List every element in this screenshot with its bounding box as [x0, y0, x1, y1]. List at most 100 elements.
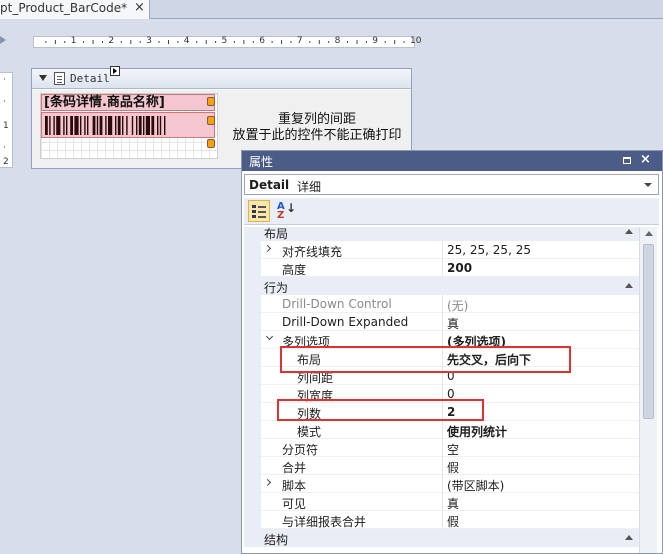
ruler-mark: 8	[334, 36, 341, 46]
collapse-triangle-icon[interactable]	[39, 75, 47, 81]
property-category[interactable]: 布局	[244, 227, 639, 241]
property-row[interactable]: 对齐线填充 25, 25, 25, 25	[244, 241, 639, 259]
property-name: Drill-Down Expanded	[282, 315, 409, 329]
column-area[interactable]: [条码详情.商品名称]	[40, 93, 218, 159]
category-label: 行为	[264, 281, 289, 295]
pin-icon[interactable]	[0, 36, 10, 44]
property-value[interactable]: 使用列统计	[447, 423, 507, 440]
document-tab-title: pt_Product_BarCode*	[0, 1, 128, 15]
column-divider	[442, 511, 443, 529]
property-row[interactable]: 脚本 (带区脚本)	[244, 475, 639, 493]
panel-title-bar: 属性 ×	[242, 151, 662, 171]
property-category[interactable]: 结构	[244, 529, 639, 547]
row-gutter	[244, 439, 261, 457]
collapse-icon[interactable]	[625, 283, 633, 288]
property-row[interactable]: 分页符 空	[244, 439, 639, 457]
ruler-mark: 6	[259, 36, 265, 46]
vertical-ruler: · · 1 · 2	[0, 72, 13, 168]
ruler-mark: 4	[183, 36, 190, 46]
highlight-box-layout	[280, 346, 571, 373]
row-gutter	[244, 313, 261, 331]
column-divider	[442, 439, 443, 457]
property-value[interactable]: (带区脚本)	[447, 477, 504, 494]
column-divider	[442, 421, 443, 439]
property-name: 模式	[297, 425, 322, 439]
object-name: Detail	[249, 178, 290, 192]
property-value[interactable]: 空	[447, 441, 459, 458]
property-value[interactable]: 200	[447, 261, 472, 275]
scroll-thumb[interactable]	[643, 244, 654, 419]
property-value[interactable]: 真	[447, 315, 459, 332]
column-divider	[442, 493, 443, 511]
vertical-scrollbar[interactable]	[639, 227, 657, 553]
row-gutter	[244, 421, 261, 439]
barcode-control[interactable]	[41, 112, 215, 138]
window-position-icon[interactable]	[623, 157, 631, 164]
property-name: 对齐线填充	[282, 245, 343, 259]
close-icon[interactable]: ×	[640, 152, 651, 167]
ruler-mark: 5	[221, 36, 228, 46]
property-name: 分页符	[282, 443, 319, 457]
panel-title: 属性	[249, 155, 274, 169]
property-row[interactable]: 与详细报表合并 假	[244, 511, 639, 529]
expand-arrow-icon[interactable]	[263, 244, 272, 253]
band-document-icon	[54, 72, 65, 85]
category-label: 结构	[264, 533, 289, 547]
row-gutter	[244, 241, 261, 259]
column-divider	[442, 295, 443, 313]
collapse-icon[interactable]	[625, 229, 633, 234]
ruler-tick: ·	[3, 143, 6, 153]
resize-handle[interactable]	[207, 97, 215, 106]
property-name: 与详细报表合并	[282, 515, 367, 529]
highlight-box-columns	[277, 399, 484, 421]
column-divider	[442, 241, 443, 259]
row-gutter	[244, 403, 261, 421]
property-value[interactable]: (无)	[447, 297, 468, 314]
collapse-icon[interactable]	[625, 535, 633, 540]
document-tab[interactable]: pt_Product_BarCode* ×	[0, 0, 150, 19]
property-value[interactable]: 假	[447, 513, 459, 530]
property-row[interactable]: 模式 使用列统计	[244, 421, 639, 439]
property-value[interactable]: 25, 25, 25, 25	[447, 243, 531, 257]
ruler-mark: 7	[296, 36, 303, 46]
properties-toolbar: A Z ↓	[244, 198, 659, 225]
object-selector[interactable]: Detail 详细	[244, 174, 659, 195]
chevron-down-icon[interactable]	[644, 183, 652, 187]
horizontal-ruler: 1 2 3 4 5 6 7 8 9 10	[33, 36, 421, 48]
object-type: 详细	[297, 180, 322, 194]
resize-handle[interactable]	[207, 139, 215, 148]
band-header[interactable]: Detail	[32, 66, 411, 89]
row-gutter	[244, 475, 261, 493]
column-spacing-warning: 重复列的间距 放置于此的控件不能正确打印	[222, 112, 412, 144]
property-row[interactable]: Drill-Down Control (无)	[244, 295, 639, 313]
document-tab-strip: pt_Product_BarCode* ×	[0, 0, 663, 19]
close-icon[interactable]: ×	[134, 0, 145, 15]
property-row[interactable]: 合并 假	[244, 457, 639, 475]
property-category[interactable]: 行为	[244, 277, 639, 295]
property-grid: 布局 对齐线填充 25, 25, 25, 25 高度 200 行为 Drill-D…	[244, 227, 639, 553]
property-value[interactable]: 假	[447, 459, 459, 476]
column-divider	[442, 457, 443, 475]
property-row[interactable]: 可见 真	[244, 493, 639, 511]
row-gutter	[244, 493, 261, 511]
categorized-button[interactable]	[248, 200, 270, 222]
resize-handle[interactable]	[207, 116, 215, 125]
row-gutter	[244, 349, 261, 367]
ruler-mark: 3	[146, 36, 152, 46]
property-row[interactable]: Drill-Down Expanded 真	[244, 313, 639, 331]
category-label: 布局	[264, 227, 289, 241]
row-gutter	[244, 367, 261, 385]
property-row[interactable]: 高度 200	[244, 259, 639, 277]
ruler-mark: 10	[410, 36, 422, 46]
ruler-mark: 2	[3, 157, 9, 167]
scroll-up-icon[interactable]	[645, 231, 653, 236]
expand-arrow-icon[interactable]	[263, 478, 272, 487]
row-gutter	[244, 385, 261, 403]
property-name: 可见	[282, 497, 307, 511]
ruler-mark: 1	[70, 36, 77, 46]
alphabetical-sort-button[interactable]: A Z ↓	[274, 200, 296, 222]
collapse-arrow-icon[interactable]	[265, 332, 274, 341]
property-value[interactable]: 真	[447, 495, 459, 512]
smart-tag-icon[interactable]	[110, 66, 120, 76]
product-name-field[interactable]: [条码详情.商品名称]	[41, 94, 215, 111]
